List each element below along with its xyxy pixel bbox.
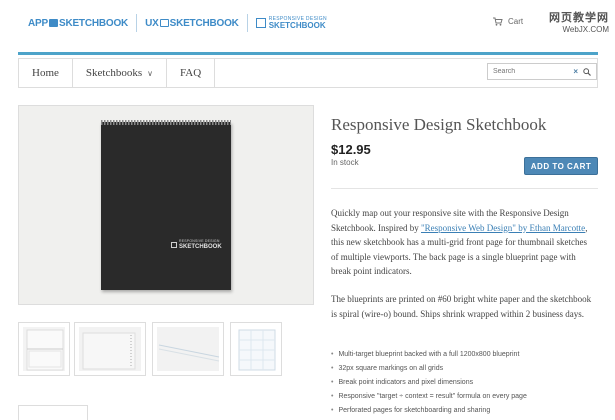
- product-main-image[interactable]: RESPONSIVE DESIGN SKETCHBOOK: [18, 105, 314, 305]
- list-item: 32px square markings on all grids: [331, 362, 527, 376]
- sketchbook-logo-icon: [255, 18, 266, 28]
- header-logos: APP SKETCHBOOK UX SKETCHBOOK RESPONSIVE DE…: [28, 14, 327, 32]
- feature-list: Multi-target blueprint backed with a ful…: [331, 348, 527, 418]
- product-thumbnail[interactable]: [74, 322, 146, 376]
- add-to-cart-button[interactable]: ADD TO CART: [524, 157, 598, 175]
- watermark-line1: 网页教学网: [549, 11, 609, 24]
- thumbnail-image-4: [238, 329, 276, 371]
- list-item: Perforated pages for sketchboarding and …: [331, 404, 527, 418]
- ux-sketchbook-logo[interactable]: UX SKETCHBOOK: [145, 18, 239, 29]
- app-sketchbook-logo[interactable]: APP SKETCHBOOK: [28, 18, 128, 29]
- nav-item-faq[interactable]: FAQ: [167, 59, 216, 87]
- thumbnail-image-1: [26, 329, 64, 371]
- thumbnail-image-3: [158, 344, 220, 362]
- watermark-line2: WebJX.COM: [562, 24, 609, 34]
- search-icon[interactable]: [583, 67, 591, 76]
- cover-logo: RESPONSIVE DESIGN SKETCHBOOK: [171, 239, 222, 250]
- product-title: Responsive Design Sketchbook: [331, 115, 547, 134]
- clear-search-icon[interactable]: ×: [573, 67, 578, 76]
- search-input[interactable]: [493, 68, 573, 75]
- product-thumbnail[interactable]: [18, 405, 88, 420]
- header-accent-bar: [18, 52, 598, 55]
- nav-item-sketchbooks[interactable]: Sketchbooks ∨: [73, 59, 167, 87]
- product-description-2: The blueprints are printed on #60 bright…: [331, 294, 592, 319]
- responsive-web-design-link[interactable]: "Responsive Web Design" by Ethan Marcott…: [421, 223, 585, 233]
- cart-link[interactable]: Cart: [493, 17, 523, 26]
- chevron-down-icon: ∨: [147, 68, 153, 78]
- nav-item-home[interactable]: Home: [19, 59, 73, 87]
- list-item: Multi-target blueprint backed with a ful…: [331, 348, 527, 362]
- sketchbook-logo-icon: [48, 18, 58, 27]
- product-thumbnail[interactable]: [230, 322, 282, 376]
- cart-icon: [493, 17, 503, 26]
- logo-divider: [136, 14, 138, 32]
- product-thumbnail[interactable]: [18, 322, 70, 376]
- spiral-binding: [101, 120, 231, 125]
- thumbnail-image-2: [82, 332, 136, 370]
- product-thumbnail[interactable]: [152, 322, 224, 376]
- logo-divider: [246, 14, 248, 32]
- product-price: $12.95: [331, 142, 371, 157]
- cart-label: Cart: [508, 17, 524, 26]
- sketchbook-logo-icon: [159, 18, 169, 27]
- site-watermark: 网页教学网 WebJX.COM: [549, 11, 609, 34]
- divider: [331, 188, 598, 189]
- search-box: ×: [487, 63, 597, 80]
- responsive-design-sketchbook-logo[interactable]: RESPONSIVE DESIGN SKETCHBOOK: [255, 16, 327, 30]
- sketchbook-logo-icon: [171, 241, 177, 248]
- list-item: Responsive "target ÷ context = result" f…: [331, 390, 526, 404]
- sketchbook-cover: RESPONSIVE DESIGN SKETCHBOOK: [101, 122, 231, 290]
- stock-status: In stock: [331, 158, 359, 167]
- product-description-1: Quickly map out your responsive site wit…: [331, 208, 588, 276]
- list-item: Break point indicators and pixel dimensi…: [331, 376, 527, 390]
